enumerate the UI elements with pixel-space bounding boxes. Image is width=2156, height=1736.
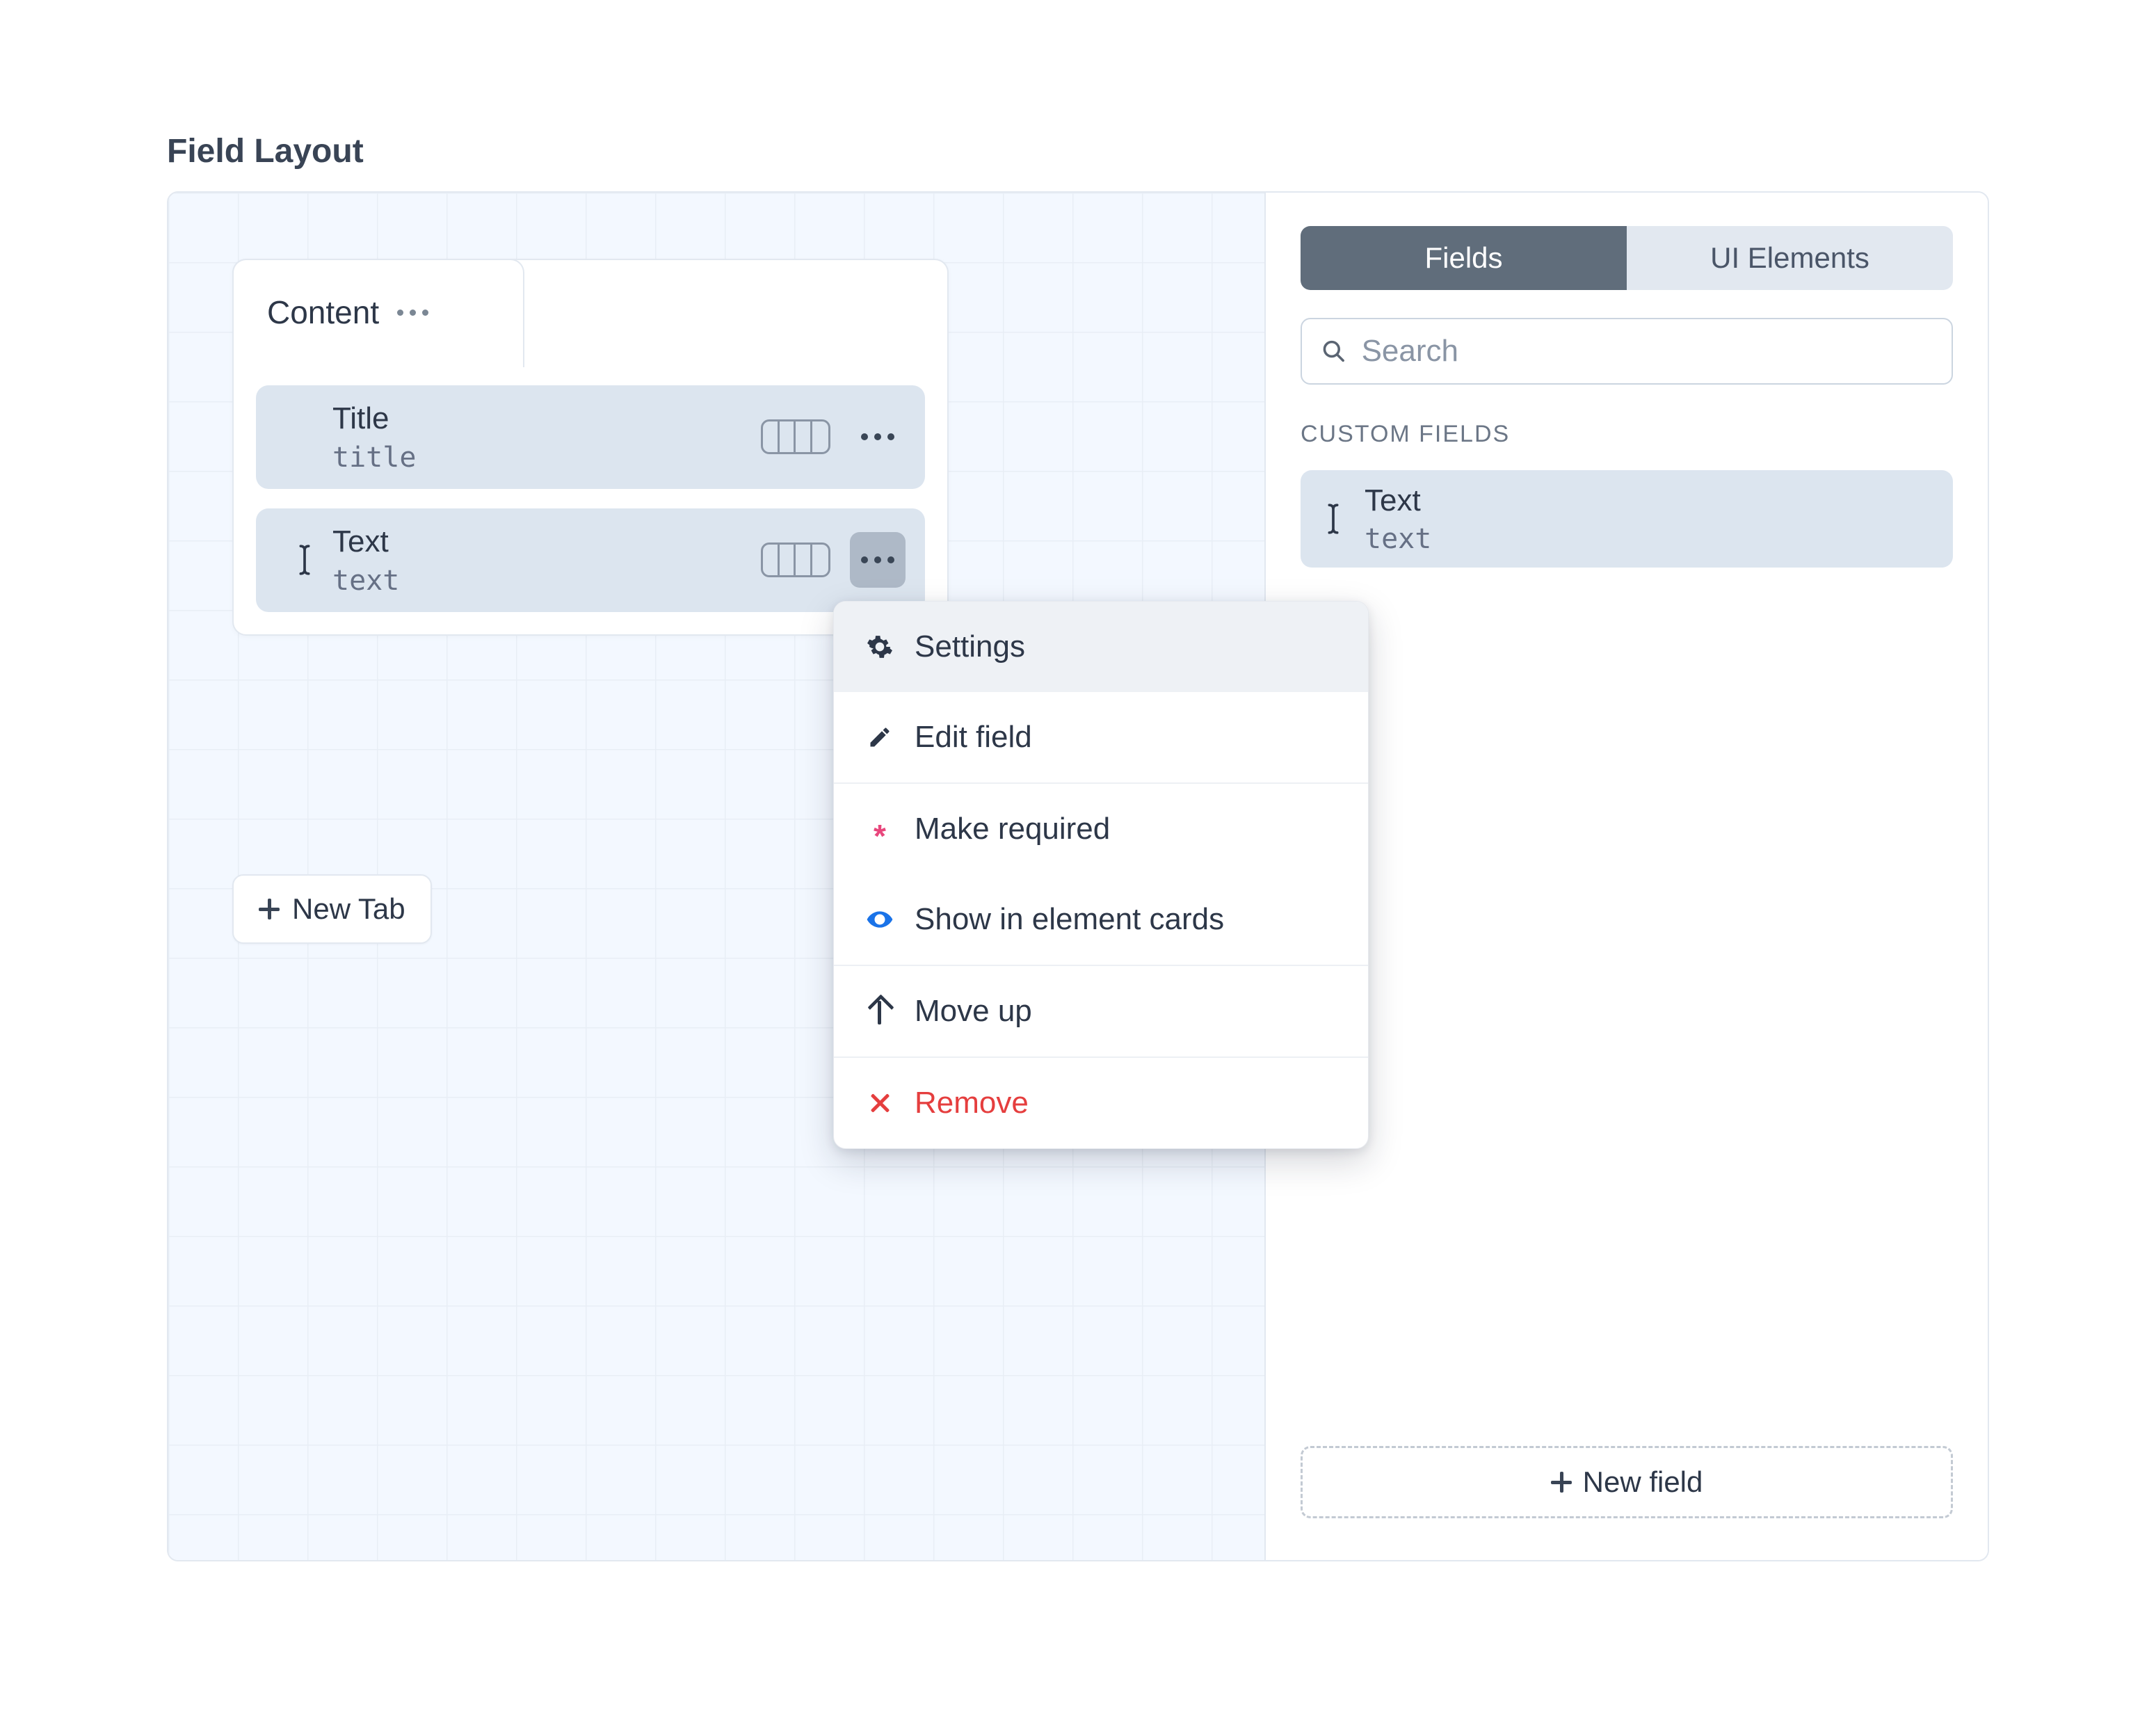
menu-item-label: Remove: [915, 1086, 1029, 1120]
layout-field-row[interactable]: Title title: [256, 385, 925, 489]
layout-field-row[interactable]: Text text: [256, 508, 925, 612]
field-actions-button[interactable]: [850, 409, 906, 465]
eye-icon: [864, 906, 895, 933]
tab-actions-icon[interactable]: [397, 310, 428, 316]
page-title: Field Layout: [167, 132, 1989, 170]
library-section-heading: CUSTOM FIELDS: [1301, 421, 1953, 448]
field-handle: text: [332, 565, 761, 597]
plus-icon: [259, 899, 280, 919]
field-library-panel: Fields UI Elements CUSTOM FIELDS: [1264, 193, 1988, 1560]
menu-item-show-in-cards[interactable]: Show in element cards: [834, 874, 1368, 965]
menu-item-label: Settings: [915, 629, 1025, 664]
add-tab-button[interactable]: New Tab: [232, 874, 432, 944]
field-label: Text: [332, 524, 761, 561]
tab-fields[interactable]: Fields: [1301, 226, 1627, 290]
field-width-selector[interactable]: [761, 542, 830, 577]
add-field-label: New field: [1583, 1465, 1703, 1499]
menu-item-edit-field[interactable]: Edit field: [834, 692, 1368, 782]
arrow-up-icon: [864, 998, 895, 1024]
menu-item-remove[interactable]: Remove: [834, 1058, 1368, 1148]
search-input[interactable]: [1360, 333, 1932, 369]
add-tab-label: New Tab: [292, 892, 405, 926]
menu-item-move-up[interactable]: Move up: [834, 966, 1368, 1056]
layout-tab-card: Content Title title: [232, 259, 949, 636]
pencil-icon: [864, 725, 895, 750]
tab-name: Content: [267, 294, 379, 331]
plus-icon: [1551, 1472, 1572, 1493]
menu-item-label: Make required: [915, 812, 1110, 846]
library-field-label: Text: [1365, 483, 1431, 520]
text-cursor-icon: [1321, 503, 1345, 535]
tab-header[interactable]: Content: [232, 259, 524, 369]
field-handle: title: [332, 442, 761, 474]
text-cursor-icon: [277, 544, 332, 576]
library-field-handle: text: [1365, 523, 1431, 555]
menu-item-make-required[interactable]: * Make required: [834, 784, 1368, 874]
field-context-menu: Settings Edit field * Make required Show…: [833, 601, 1369, 1149]
field-actions-button[interactable]: [850, 532, 906, 588]
menu-item-label: Edit field: [915, 720, 1032, 755]
menu-item-settings[interactable]: Settings: [834, 602, 1368, 692]
gear-icon: [864, 634, 895, 660]
search-field-wrap: [1301, 318, 1953, 385]
search-icon: [1321, 338, 1346, 364]
field-width-selector[interactable]: [761, 419, 830, 454]
menu-item-label: Move up: [915, 994, 1032, 1029]
add-field-button[interactable]: New field: [1301, 1446, 1953, 1518]
library-field-item[interactable]: Text text: [1301, 470, 1953, 568]
close-icon: [864, 1093, 895, 1114]
field-layout-designer: Content Title title: [167, 191, 1989, 1561]
menu-item-label: Show in element cards: [915, 902, 1224, 937]
tab-ui-elements[interactable]: UI Elements: [1627, 226, 1953, 290]
library-tabs: Fields UI Elements: [1301, 226, 1953, 290]
field-label: Title: [332, 401, 761, 437]
